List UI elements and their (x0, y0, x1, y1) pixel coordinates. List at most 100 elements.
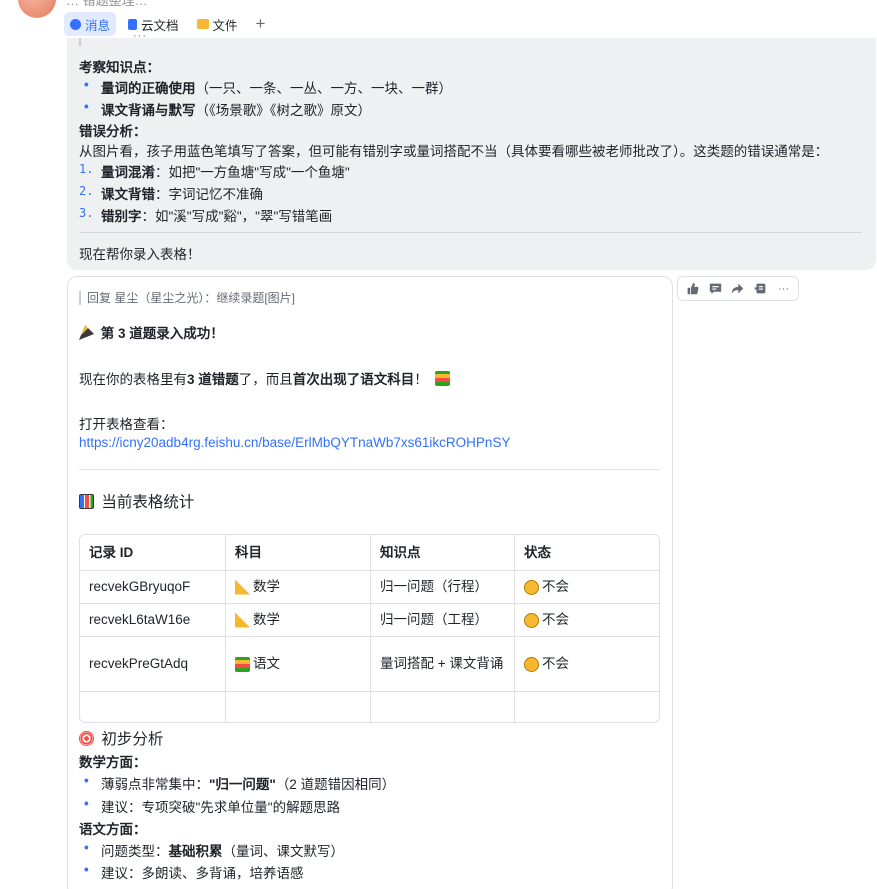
reply-quote[interactable]: 回复 星尘（星尘之光）：继续录题[图片] (79, 291, 295, 305)
chinese-title: 语文方面： (79, 822, 147, 837)
books-icon (235, 656, 250, 672)
status-text: 不会 (542, 579, 569, 594)
table-row: recvekGBryuqoF 数学 归一问题（行程） 不会 (80, 570, 659, 603)
error-title: 错误分析： (79, 124, 147, 139)
message-action-bar: ··· (677, 276, 799, 301)
tab-files[interactable]: 文件 (191, 12, 244, 36)
list-item: 建议：多朗读、多背诵，培养语感 (84, 862, 304, 882)
quote-icon[interactable] (753, 281, 769, 297)
stats-table: 记录 ID 科目 知识点 状态 recvekGBryuqoF 数学 归一问题（行… (79, 534, 660, 723)
empty-cell[interactable] (80, 692, 225, 722)
topic-cell: 量词搭配 + 课文背诵 (370, 637, 514, 691)
summary-bold: 3 道错题 (187, 372, 239, 387)
bar-chart-icon (79, 494, 94, 509)
item-text: （2 道题错因相同） (275, 777, 396, 792)
record-id-cell: recvekPreGtAdq (89, 656, 189, 671)
item-number: 1. (79, 162, 94, 176)
stats-heading: 当前表格统计 (79, 490, 194, 512)
summary-text: ！ (414, 372, 428, 387)
math-title: 数学方面： (79, 755, 147, 770)
knowledge-title: 考察知识点： (79, 60, 160, 75)
list-item: 课文背诵与默写（《场景歌》《树之歌》原文） (84, 99, 372, 119)
table-link[interactable]: https://icny20adb4rg.feishu.cn/base/ErlM… (79, 435, 510, 450)
table-row: recvekPreGtAdq 语文 量词搭配 + 课文背诵 不会 (80, 636, 659, 691)
item-bold: 错别字 (101, 209, 142, 224)
folder-icon (196, 19, 209, 29)
chat-icon (70, 18, 81, 30)
list-item: 问题类型：基础积累（量词、课文默写） (84, 840, 345, 860)
open-table-label: 打开表格查看： (79, 417, 174, 432)
status-cell: 不会 (514, 604, 659, 636)
worried-face-icon (524, 612, 539, 628)
divider (79, 469, 660, 470)
item-text: 建议：专项突破"先求单位量"的解题思路 (101, 800, 341, 815)
list-item: 1. 量词混淆：如把"一方鱼塘"写成"一个鱼塘" (79, 161, 350, 181)
status-cell: 不会 (514, 571, 659, 603)
empty-cell[interactable] (514, 692, 659, 722)
success-line: 第 3 道题录入成功！ (79, 322, 224, 342)
item-text: ：如把"一方鱼塘"写成"一个鱼塘" (155, 165, 350, 180)
party-popper-icon (79, 325, 94, 340)
tab-bar: 消息 云文档 文件 + (64, 12, 271, 36)
item-text: 问题类型： (101, 844, 169, 859)
forward-icon[interactable] (730, 281, 746, 297)
ruler-icon (235, 612, 250, 628)
avatar[interactable] (18, 0, 56, 18)
item-text: 建议：多朗读、多背诵，培养语感 (101, 866, 304, 881)
table-row-empty (80, 691, 659, 722)
column-header: 知识点 (370, 535, 514, 570)
divider (79, 232, 862, 233)
record-id-cell: recvekGBryuqoF (89, 579, 191, 594)
item-text: （量词、课文默写） (222, 844, 345, 859)
column-header: 记录 ID (89, 544, 134, 560)
table-row: recvekL6taW16e 数学 归一问题（工程） 不会 (80, 603, 659, 636)
item-number: 3. (79, 206, 94, 220)
record-id-cell: recvekL6taW16e (89, 612, 191, 627)
item-bold: 量词混淆 (101, 165, 155, 180)
quote-bar (79, 38, 81, 46)
subject-text: 数学 (253, 612, 280, 627)
item-bold: 课文背诵与默写 (101, 103, 196, 118)
tab-cloud-docs[interactable]: 云文档 (122, 12, 185, 36)
worried-face-icon (524, 656, 539, 672)
column-header: 科目 (225, 535, 370, 570)
add-tab-button[interactable]: + (250, 14, 272, 34)
table-header-row: 记录 ID 科目 知识点 状态 (80, 535, 659, 570)
item-text: 薄弱点非常集中： (101, 777, 209, 792)
item-bold: 量词的正确使用 (101, 81, 196, 96)
subject-text: 语文 (253, 656, 280, 671)
worried-face-icon (524, 579, 539, 595)
summary-text: 现在你的表格里有 (79, 372, 187, 387)
chat-header: … 错题整理… 消息 云文档 文件 + (0, 0, 877, 38)
stats-title: 当前表格统计 (101, 494, 195, 511)
summary-bold: 首次出现了语文科目 (292, 372, 415, 387)
more-icon[interactable]: ··· (776, 281, 792, 297)
ellipsis: ··· (133, 30, 147, 42)
item-bold: 基础积累 (168, 844, 223, 859)
list-item: 2. 课文背错：字词记忆不准确 (79, 183, 263, 203)
error-intro: 从图片看，孩子用蓝色笔填写了答案，但可能有错别字或量词搭配不当（具体要看哪些被老… (79, 144, 829, 159)
item-bold: "归一问题" (209, 777, 276, 792)
column-header: 状态 (514, 535, 659, 570)
list-item: 薄弱点非常集中："归一问题"（2 道题错因相同） (84, 773, 396, 793)
target-icon (79, 731, 94, 746)
comment-icon[interactable] (707, 281, 723, 297)
item-bold: 课文背错 (101, 187, 155, 202)
status-text: 不会 (542, 612, 569, 627)
list-item: 建议：专项突破"先求单位量"的解题思路 (84, 796, 341, 816)
success-text: 第 3 道题录入成功！ (100, 326, 224, 341)
list-item: 3. 错别字：如"溪"写成"谿"，"翠"写错笔画 (79, 205, 333, 225)
list-item: 量词的正确使用（一只、一条、一丛、一方、一块、一群） (84, 77, 453, 97)
item-text: （一只、一条、一丛、一方、一块、一群） (195, 81, 453, 96)
thumbs-up-icon[interactable] (684, 281, 700, 297)
item-text: （《场景歌》《树之歌》原文） (195, 103, 372, 118)
subject-cell: 语文 (225, 637, 370, 691)
ruler-icon (235, 579, 250, 595)
status-cell: 不会 (514, 637, 659, 691)
empty-cell[interactable] (370, 692, 514, 722)
subject-text: 数学 (253, 579, 280, 594)
empty-cell[interactable] (225, 692, 370, 722)
item-text: ：如"溪"写成"谿"，"翠"写错笔画 (141, 209, 333, 224)
tab-messages[interactable]: 消息 (64, 12, 117, 36)
chat-title: … 错题整理… (66, 0, 148, 8)
